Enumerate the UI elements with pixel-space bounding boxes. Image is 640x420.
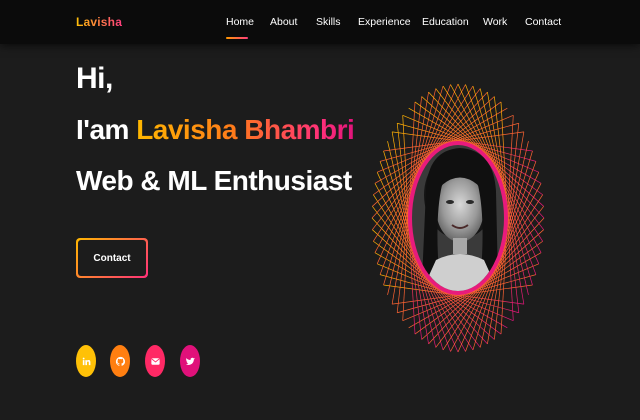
github-icon <box>115 356 125 366</box>
logo[interactable]: Lavisha <box>76 15 122 29</box>
hero-name: Lavisha Bhambri <box>136 114 355 145</box>
hero-intro: I'am Lavisha Bhambri <box>76 114 355 146</box>
nav-home[interactable]: Home <box>226 16 254 28</box>
contact-button[interactable]: Contact <box>76 238 148 278</box>
nav-skills[interactable]: Skills <box>316 16 341 28</box>
github-button[interactable] <box>110 345 130 377</box>
navbar: Lavisha Home About Skills Experience Edu… <box>0 0 640 44</box>
nav-experience[interactable]: Experience <box>358 16 411 28</box>
profile-graphic <box>368 80 548 356</box>
nav-about[interactable]: About <box>270 16 297 28</box>
active-nav-indicator <box>226 37 248 39</box>
linkedin-icon <box>82 357 90 365</box>
nav-education[interactable]: Education <box>422 16 469 28</box>
twitter-button[interactable] <box>180 345 200 377</box>
contact-button-label[interactable]: Contact <box>78 240 146 276</box>
nav-contact[interactable]: Contact <box>525 16 561 28</box>
email-icon <box>150 357 160 365</box>
email-button[interactable] <box>145 345 165 377</box>
nav-work[interactable]: Work <box>483 16 507 28</box>
hero-role: Web & ML Enthusiast <box>76 165 352 196</box>
hero-greeting: Hi, <box>76 62 113 95</box>
linkedin-button[interactable] <box>76 345 96 377</box>
twitter-icon <box>185 357 195 365</box>
profile-photo <box>412 145 504 291</box>
hero-intro-prefix: I'am <box>76 114 137 145</box>
decorative-ring <box>371 83 545 353</box>
